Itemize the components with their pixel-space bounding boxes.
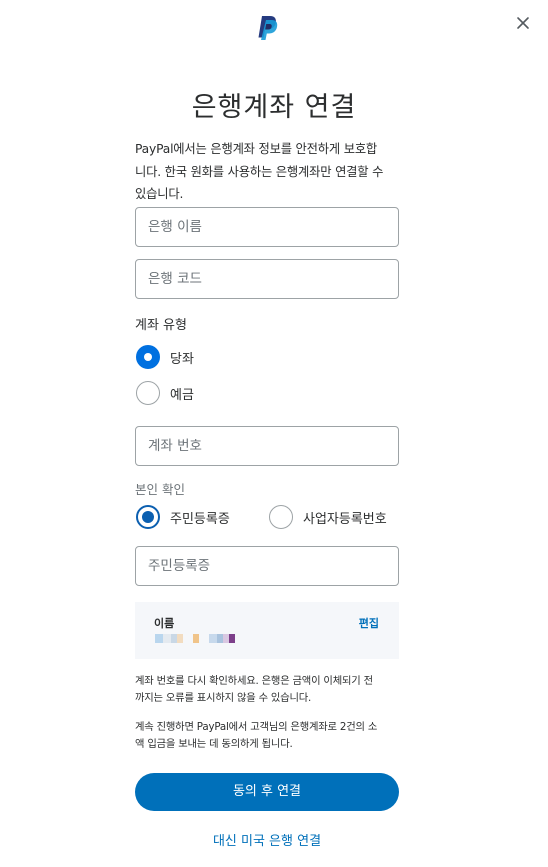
bank-code-field[interactable] xyxy=(135,259,399,299)
bank-code-input[interactable] xyxy=(136,260,398,298)
consent-note: 계속 진행하면 PayPal에서 고객님의 은행계좌로 2건의 소 액 입금을 … xyxy=(135,721,378,750)
bank-name-input[interactable] xyxy=(136,208,398,246)
account-number-input[interactable] xyxy=(136,427,398,465)
paypal-logo-icon xyxy=(256,15,278,41)
redacted-name xyxy=(155,634,235,643)
radio-checking-circle[interactable] xyxy=(136,345,160,369)
radio-savings-label: 예금 xyxy=(170,387,194,403)
edit-name-link[interactable]: 편집 xyxy=(359,615,379,631)
intro-text: PayPal에서는 은행계좌 정보를 안전하게 보호합 니다. 한국 원화를 사… xyxy=(135,142,384,201)
account-number-field[interactable] xyxy=(135,426,399,466)
page-title: 은행계좌 연결 xyxy=(191,92,357,123)
connect-us-bank-link[interactable]: 대신 미국 은행 연결 xyxy=(0,830,534,849)
radio-business-number[interactable]: 사업자등록번호 xyxy=(269,505,387,529)
radio-resident-id[interactable]: 주민등록증 xyxy=(136,505,230,529)
bank-name-field[interactable] xyxy=(135,207,399,247)
radio-resident-id-label: 주민등록증 xyxy=(170,511,230,527)
account-type-label: 계좌 유형 xyxy=(135,318,187,333)
id-number-input[interactable] xyxy=(136,547,398,585)
agree-connect-button[interactable]: 동의 후 연결 xyxy=(135,773,399,811)
radio-checking[interactable]: 당좌 xyxy=(136,345,194,369)
radio-savings[interactable]: 예금 xyxy=(136,381,194,405)
name-box: 이름 편집 xyxy=(135,602,399,659)
id-number-field[interactable] xyxy=(135,546,399,586)
close-icon[interactable] xyxy=(513,13,533,33)
identity-label: 본인 확인 xyxy=(135,482,185,497)
name-label: 이름 xyxy=(154,617,175,630)
radio-checking-label: 당좌 xyxy=(170,351,194,367)
radio-business-number-label: 사업자등록번호 xyxy=(303,511,387,527)
account-number-note: 계좌 번호를 다시 확인하세요. 은행은 금액이 이체되기 전 까지는 오류를 … xyxy=(135,675,373,704)
radio-resident-id-circle[interactable] xyxy=(136,505,160,529)
radio-business-number-circle[interactable] xyxy=(269,505,293,529)
radio-savings-circle[interactable] xyxy=(136,381,160,405)
